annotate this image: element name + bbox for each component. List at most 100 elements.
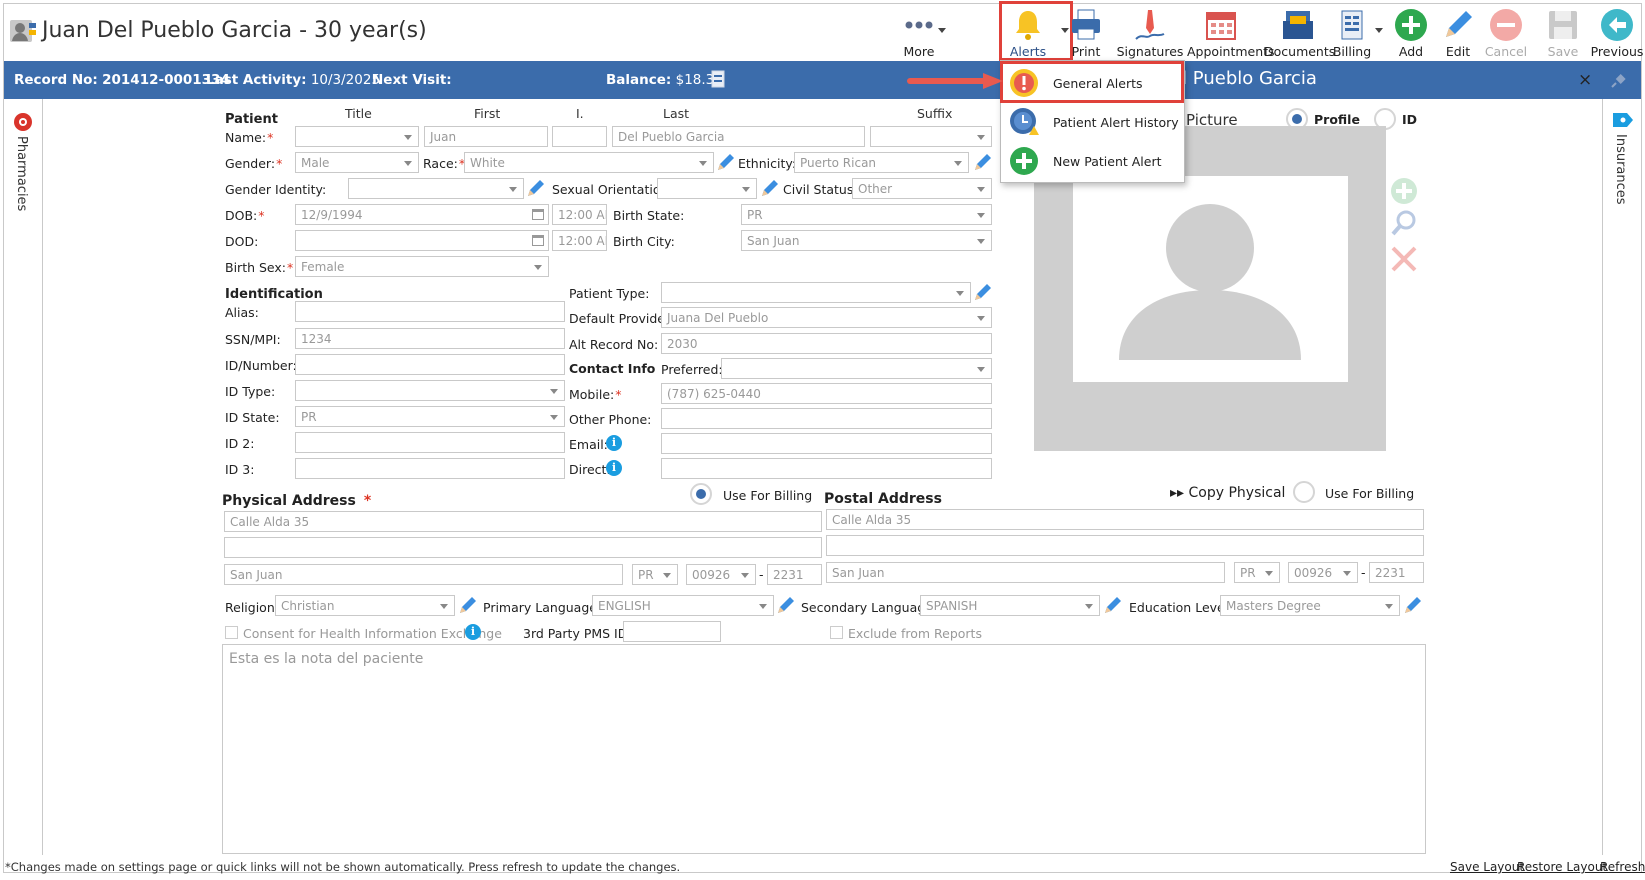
refresh-link[interactable]: Refresh: [1600, 860, 1645, 874]
birth-state-select[interactable]: PR: [741, 204, 992, 225]
postal-zip-select[interactable]: 00926: [1288, 562, 1358, 583]
postal-state-select[interactable]: PR: [1234, 562, 1280, 583]
postal-address-line1[interactable]: Calle Alda 35: [826, 509, 1424, 530]
id-number-input[interactable]: [295, 354, 565, 375]
ethnicity-edit-pencil-icon[interactable]: [973, 152, 993, 172]
email-input[interactable]: [661, 433, 992, 454]
patient-notes-textarea[interactable]: Esta es la nota del paciente: [222, 644, 1426, 854]
physical-use-for-billing-label: Use For Billing: [723, 488, 813, 503]
floppy-disk-icon: [1545, 7, 1581, 43]
gender-identity-select[interactable]: [348, 178, 524, 199]
appointments-button[interactable]: Appointments: [1187, 4, 1275, 60]
gender-identity-edit-pencil-icon[interactable]: [526, 178, 546, 198]
pin-button[interactable]: [1596, 61, 1641, 99]
pms-id-input[interactable]: [623, 621, 721, 642]
exclude-reports-checkbox[interactable]: [830, 626, 843, 639]
preferred-select[interactable]: [721, 358, 992, 379]
direct-info-icon[interactable]: i: [606, 460, 622, 476]
postal-address-line2[interactable]: [826, 535, 1424, 556]
primary-language-select[interactable]: ENGLISH: [592, 595, 774, 616]
copy-physical-button[interactable]: ▸▸ Copy Physical: [1170, 485, 1285, 501]
more-icon: [901, 7, 937, 43]
save-layout-link[interactable]: Save Layout: [1450, 860, 1524, 874]
tag-icon[interactable]: [1611, 111, 1635, 129]
direct-input[interactable]: [661, 458, 992, 479]
eye-icon[interactable]: [13, 112, 33, 132]
restore-layout-link[interactable]: Restore Layout: [1517, 860, 1607, 874]
previous-button[interactable]: Previous: [1589, 4, 1645, 60]
race-edit-pencil-icon[interactable]: [716, 152, 736, 172]
orientation-edit-pencil-icon[interactable]: [760, 178, 780, 198]
close-icon[interactable]: ×: [1578, 70, 1592, 90]
print-button[interactable]: Print: [1058, 4, 1114, 60]
postal-use-for-billing-radio[interactable]: [1293, 481, 1315, 503]
consent-info-icon[interactable]: i: [465, 624, 481, 640]
suffix-select[interactable]: [870, 126, 992, 147]
printer-icon: [1068, 7, 1104, 43]
other-phone-input[interactable]: [661, 408, 992, 429]
alt-record-input[interactable]: 2030: [661, 333, 992, 354]
id3-input[interactable]: [295, 458, 565, 479]
patient-type-edit-pencil-icon[interactable]: [973, 282, 993, 302]
dod-time-input[interactable]: 12:00 AM: [552, 230, 607, 251]
physical-zip-select[interactable]: 00926: [686, 564, 756, 585]
delete-picture-icon[interactable]: [1390, 245, 1418, 273]
civil-status-select[interactable]: Other: [852, 178, 992, 199]
dob-calendar-icon[interactable]: [532, 209, 544, 220]
birth-city-select[interactable]: San Juan: [741, 230, 992, 251]
postal-zip4-input[interactable]: 2231: [1369, 562, 1424, 583]
title-select[interactable]: [295, 126, 419, 147]
primary-language-edit-pencil-icon[interactable]: [776, 595, 796, 615]
physical-city-input[interactable]: San Juan: [224, 564, 623, 585]
dod-calendar-icon[interactable]: [532, 235, 544, 246]
pharmacies-tab[interactable]: Pharmacies: [14, 136, 29, 211]
insurances-tab[interactable]: Insurances: [1613, 134, 1628, 205]
add-picture-icon[interactable]: [1390, 177, 1418, 205]
initial-input[interactable]: [552, 126, 607, 147]
dod-input[interactable]: [295, 230, 549, 251]
secondary-language-edit-pencil-icon[interactable]: [1103, 595, 1123, 615]
ethnicity-select[interactable]: Puerto Rican: [794, 152, 969, 173]
patient-type-select[interactable]: [661, 282, 971, 303]
gender-select[interactable]: Male: [295, 152, 419, 173]
cancel-circle-icon: [1488, 7, 1524, 43]
alias-input[interactable]: [295, 301, 565, 322]
first-name-input[interactable]: Juan: [424, 126, 548, 147]
physical-use-for-billing-radio[interactable]: [690, 483, 712, 505]
sexual-orientation-select[interactable]: [657, 178, 757, 199]
mobile-input[interactable]: (787) 625-0440: [661, 383, 992, 404]
religion-edit-pencil-icon[interactable]: [458, 595, 478, 615]
consent-checkbox[interactable]: [225, 626, 238, 639]
dob-input[interactable]: 12/9/1994: [295, 204, 549, 225]
ssn-input[interactable]: 1234: [295, 328, 565, 349]
dob-time-input[interactable]: 12:00 AM: [552, 204, 607, 225]
billing-caret-icon[interactable]: [1375, 28, 1383, 33]
receipt-icon[interactable]: [710, 70, 726, 88]
last-name-input[interactable]: Del Pueblo Garcia: [612, 126, 865, 147]
physical-zip4-input[interactable]: 2231: [767, 564, 822, 585]
col-last: Last: [663, 106, 690, 121]
signatures-button[interactable]: Signatures: [1117, 4, 1183, 60]
religion-select[interactable]: Christian: [275, 595, 455, 616]
more-caret-icon[interactable]: [938, 28, 946, 33]
postal-city-input[interactable]: San Juan: [826, 562, 1225, 583]
physical-state-select[interactable]: PR: [632, 564, 678, 585]
id2-input[interactable]: [295, 432, 565, 453]
birth-sex-select[interactable]: Female: [295, 256, 549, 277]
physical-address-line1[interactable]: Calle Alda 35: [224, 511, 822, 532]
birth-city-label: Birth City:: [613, 234, 675, 249]
menu-item-new-patient-alert[interactable]: New Patient Alert: [1001, 142, 1184, 180]
physical-address-line2[interactable]: [224, 537, 822, 558]
email-info-icon[interactable]: i: [606, 435, 622, 451]
education-edit-pencil-icon[interactable]: [1403, 595, 1423, 615]
billing-button[interactable]: Billing: [1324, 4, 1380, 60]
secondary-language-select[interactable]: SPANISH: [920, 595, 1100, 616]
menu-item-patient-alert-history[interactable]: Patient Alert History: [1001, 103, 1184, 141]
id-type-select[interactable]: [295, 380, 565, 401]
default-provider-select[interactable]: Juana Del Pueblo: [661, 307, 992, 328]
zoom-picture-icon[interactable]: [1390, 209, 1418, 237]
education-level-select[interactable]: Masters Degree: [1220, 595, 1400, 616]
race-select[interactable]: White: [464, 152, 714, 173]
id-state-select[interactable]: PR: [295, 406, 565, 427]
cancel-button[interactable]: Cancel: [1478, 4, 1534, 60]
